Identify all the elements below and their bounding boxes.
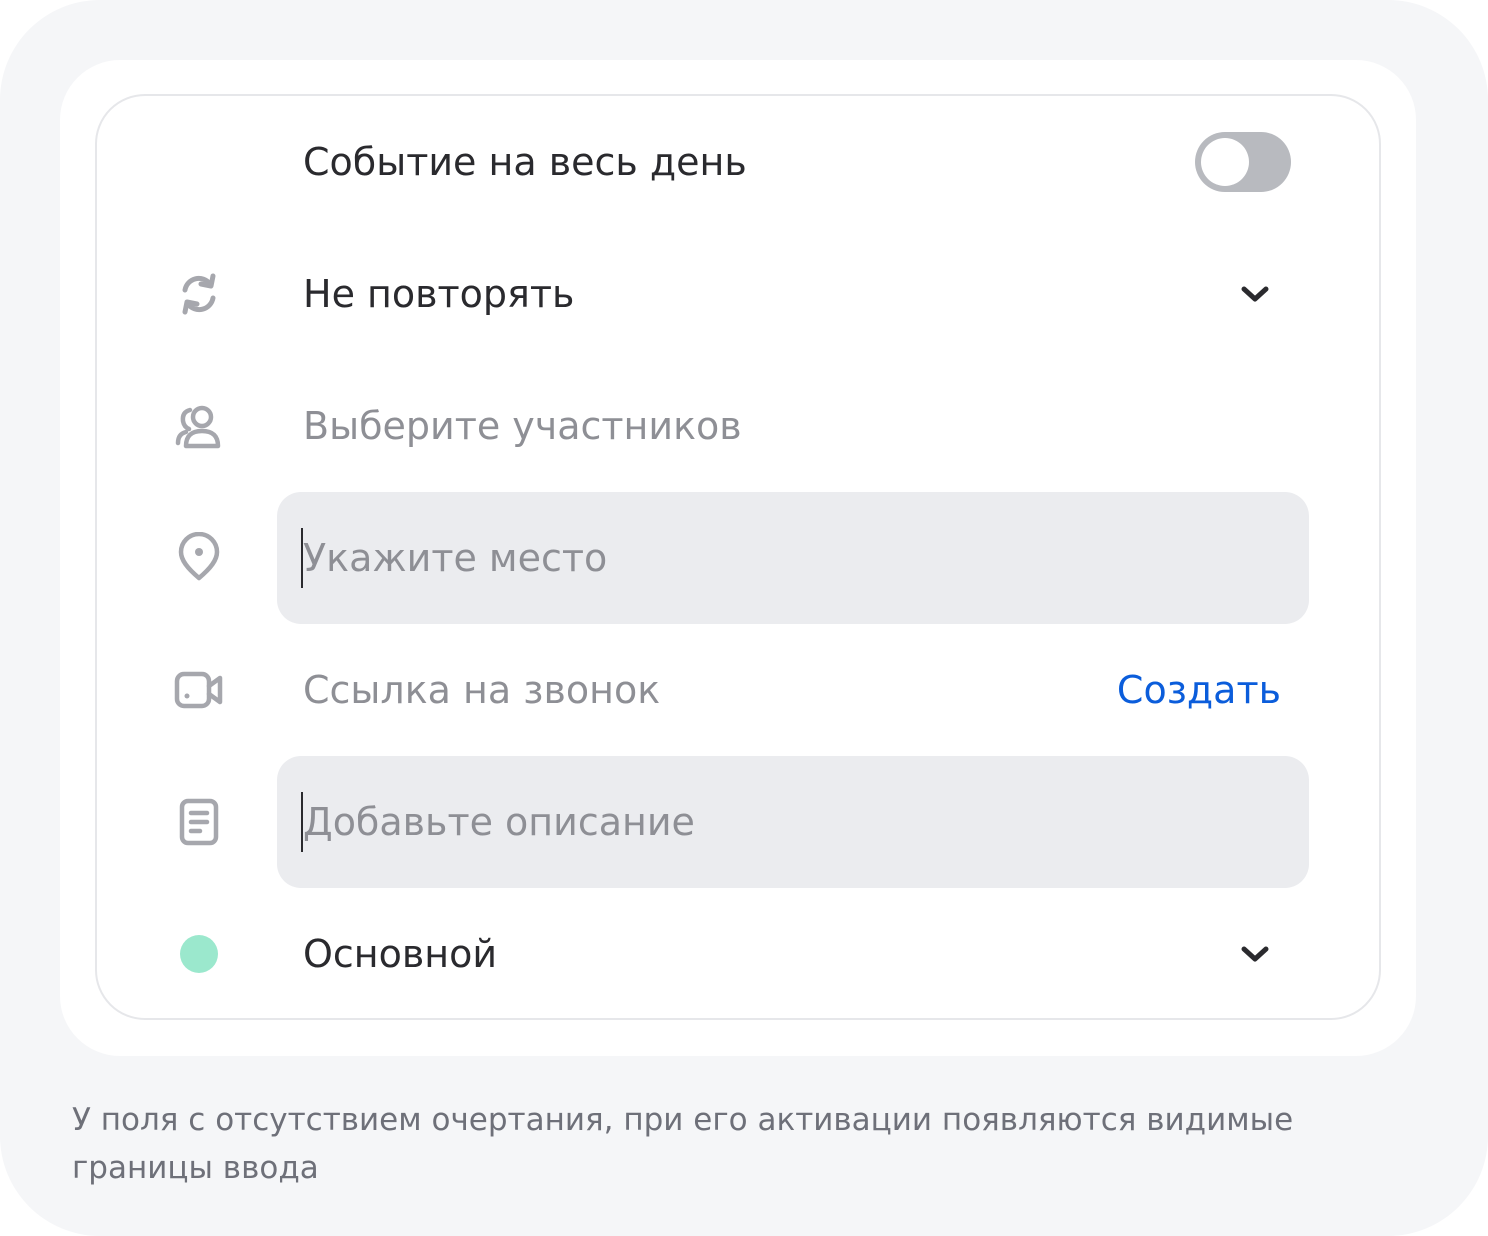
repeat-icon [173,268,225,320]
row-calendar[interactable]: Основной [97,888,1379,1020]
location-input[interactable]: Укажите место [277,492,1309,624]
description-input[interactable]: Добавьте описание [277,756,1309,888]
chevron-down-icon [1239,280,1271,308]
row-repeat[interactable]: Не повторять [97,228,1379,360]
people-icon [173,400,225,452]
calendar-value: Основной [303,932,498,976]
row-call-link: Ссылка на звонок Создать [97,624,1379,756]
row-participants[interactable]: Выберите участников [97,360,1379,492]
chevron-down-icon [1239,940,1271,968]
event-form-card: Событие на весь день Не повторять Выбери… [95,94,1381,1020]
document-icon [173,796,225,848]
location-pin-icon [173,532,225,584]
toggle-knob [1201,138,1249,186]
all-day-label: Событие на весь день [303,140,747,184]
participants-placeholder: Выберите участников [303,404,742,448]
calendar-color-dot [180,935,218,973]
all-day-toggle[interactable] [1195,132,1291,192]
location-placeholder: Укажите место [303,536,608,580]
repeat-value: Не повторять [303,272,575,316]
calendar-color-dot-icon [173,928,225,980]
create-call-link-button[interactable]: Создать [1117,624,1281,756]
video-camera-icon [173,664,225,716]
outer-background: Событие на весь день Не повторять Выбери… [0,0,1488,1236]
row-description: Добавьте описание [97,756,1379,888]
caption-text: У поля с отсутствием очертания, при его … [72,1102,1294,1186]
row-location: Укажите место [97,492,1379,624]
call-link-placeholder[interactable]: Ссылка на звонок [303,624,660,756]
row-all-day: Событие на весь день [97,96,1379,228]
description-placeholder: Добавьте описание [303,800,695,844]
